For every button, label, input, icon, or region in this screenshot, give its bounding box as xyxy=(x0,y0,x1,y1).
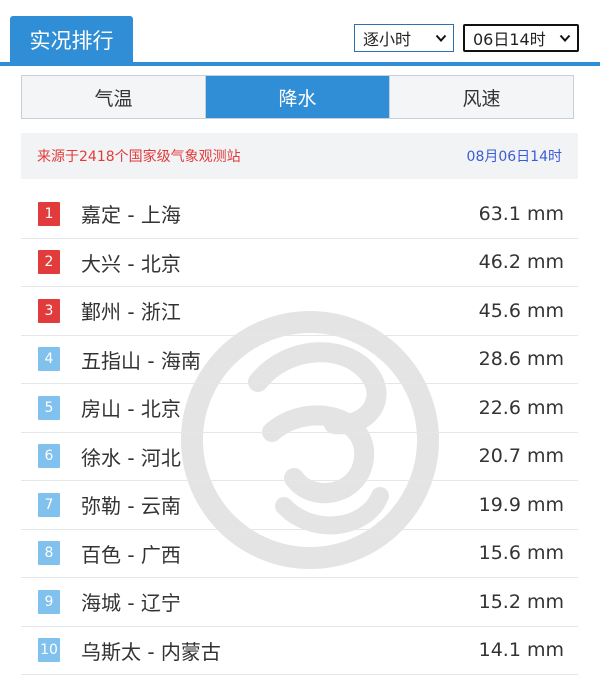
precipitation-value: 63.1 mm xyxy=(478,202,564,225)
rank-badge: 3 xyxy=(38,298,60,323)
rank-badge: 10 xyxy=(38,638,60,663)
list-item[interactable]: 9 海城 - 辽宁 15.2 mm xyxy=(21,578,578,627)
precipitation-value: 15.6 mm xyxy=(478,542,564,565)
precipitation-value: 14.1 mm xyxy=(478,639,564,662)
station-name: 房山 - 北京 xyxy=(81,397,181,422)
ranking-list: 1 嘉定 - 上海 63.1 mm 2 大兴 - 北京 46.2 mm 3 鄞州… xyxy=(21,190,578,675)
precipitation-value: 45.6 mm xyxy=(478,299,564,322)
list-item[interactable]: 10 乌斯太 - 内蒙古 14.1 mm xyxy=(21,627,578,675)
rank-badge: 7 xyxy=(38,492,60,517)
header: 实况排行 逐小时 06日14时 xyxy=(0,0,600,70)
station-name: 大兴 - 北京 xyxy=(81,251,181,276)
header-divider xyxy=(0,62,600,66)
tab-precipitation[interactable]: 降水 xyxy=(206,76,390,118)
time-select[interactable]: 06日14时 xyxy=(463,24,579,52)
station-name: 弥勒 - 云南 xyxy=(81,494,181,519)
list-item[interactable]: 7 弥勒 - 云南 19.9 mm xyxy=(21,481,578,530)
tab-wind-speed[interactable]: 风速 xyxy=(390,76,573,118)
rank-badge: 2 xyxy=(38,250,60,275)
observation-time: 08月06日14时 xyxy=(466,149,562,165)
list-item[interactable]: 4 五指山 - 海南 28.6 mm xyxy=(21,336,578,384)
info-bar: 来源于2418个国家级气象观测站 08月06日14时 xyxy=(21,133,578,179)
time-select-value: 06日14时 xyxy=(473,30,546,49)
rank-badge: 4 xyxy=(38,347,60,372)
list-item[interactable]: 2 大兴 - 北京 46.2 mm xyxy=(21,239,578,287)
list-item[interactable]: 8 百色 - 广西 15.6 mm xyxy=(21,530,578,578)
list-item[interactable]: 5 房山 - 北京 22.6 mm xyxy=(21,384,578,433)
chevron-down-icon xyxy=(435,32,447,44)
page-title[interactable]: 实况排行 xyxy=(10,16,133,64)
precipitation-value: 28.6 mm xyxy=(478,348,564,371)
station-name: 徐水 - 河北 xyxy=(81,445,181,470)
interval-select[interactable]: 逐小时 xyxy=(354,24,454,52)
station-name: 鄞州 - 浙江 xyxy=(81,300,181,325)
source-note: 来源于2418个国家级气象观测站 xyxy=(37,149,241,165)
station-name: 五指山 - 海南 xyxy=(81,348,201,373)
station-name: 嘉定 - 上海 xyxy=(81,203,181,228)
station-name: 海城 - 辽宁 xyxy=(81,591,181,616)
station-name: 百色 - 广西 xyxy=(81,542,181,567)
rank-badge: 5 xyxy=(38,395,60,420)
list-item[interactable]: 1 嘉定 - 上海 63.1 mm xyxy=(21,190,578,239)
rank-badge: 6 xyxy=(38,444,60,469)
tab-temperature[interactable]: 气温 xyxy=(22,76,206,118)
station-name: 乌斯太 - 内蒙古 xyxy=(81,639,221,664)
precipitation-value: 19.9 mm xyxy=(478,493,564,516)
rank-badge: 1 xyxy=(38,201,60,226)
precipitation-value: 15.2 mm xyxy=(478,590,564,613)
rank-badge: 9 xyxy=(38,589,60,614)
chevron-down-icon xyxy=(559,32,571,44)
precipitation-value: 20.7 mm xyxy=(478,445,564,468)
metric-tabs: 气温 降水 风速 xyxy=(21,75,574,119)
list-item[interactable]: 3 鄞州 - 浙江 45.6 mm xyxy=(21,287,578,336)
precipitation-value: 46.2 mm xyxy=(478,251,564,274)
interval-select-value: 逐小时 xyxy=(363,30,412,49)
list-item[interactable]: 6 徐水 - 河北 20.7 mm xyxy=(21,433,578,481)
precipitation-value: 22.6 mm xyxy=(478,396,564,419)
rank-badge: 8 xyxy=(38,541,60,566)
